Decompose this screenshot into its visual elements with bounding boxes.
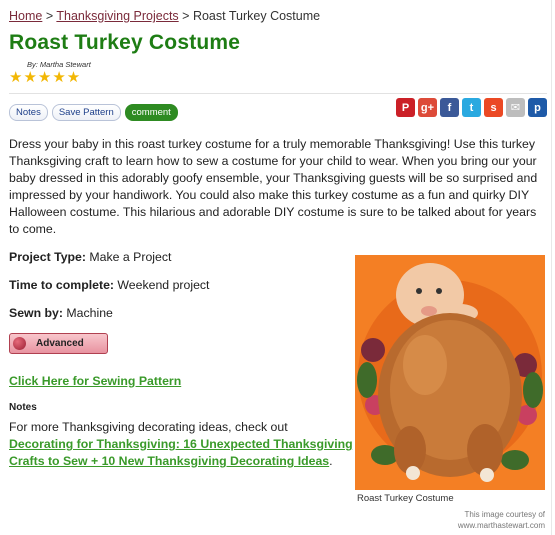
notes-period: . [329,454,333,468]
decorating-ideas-link[interactable]: Decorating for Thanksgiving: 16 Unexpect… [9,437,353,468]
action-toolbar: Notes Save Pattern comment Pg+ f t s ✉ p [9,93,547,124]
twitter-icon[interactable]: t [462,98,481,117]
skill-level-label: Advanced [36,338,84,349]
star-rating[interactable]: ★★★★★ [9,70,547,85]
yarn-ball-icon [13,337,26,350]
photo-caption: Roast Turkey Costume [357,493,454,504]
email-icon[interactable]: ✉ [506,98,525,117]
notes-body: For more Thanksgiving decorating ideas, … [9,420,288,434]
baby-turkey-illustration [355,255,545,490]
facebook-icon[interactable]: f [440,98,459,117]
share-icons: Pg+ f t s ✉ p [393,98,547,117]
notes-text: For more Thanksgiving decorating ideas, … [9,419,354,470]
breadcrumb-home-link[interactable]: Home [9,9,42,23]
project-type-label: Project Type: [9,250,86,264]
comment-button[interactable]: comment [124,103,178,121]
print-icon[interactable]: p [528,98,547,117]
breadcrumb-separator: > [182,9,190,23]
time-label: Time to complete: [9,278,114,292]
turkey-costume-photo [355,255,545,490]
breadcrumb-thanksgiving-link[interactable]: Thanksgiving Projects [56,9,178,23]
breadcrumb: Home > Thanksgiving Projects > Roast Tur… [9,9,547,23]
photo-credit-line: This image courtesy of [464,510,545,519]
photo-credit: This image courtesy of www.marthastewart… [458,509,545,531]
project-type-value: Make a Project [89,250,172,264]
page-title: Roast Turkey Costume [9,31,241,54]
author-byline: By: Martha Stewart [27,60,91,69]
breadcrumb-separator: > [45,9,54,23]
photo-credit-url: www.marthastewart.com [457,521,545,530]
intro-paragraph: Dress your baby in this roast turkey cos… [9,137,538,236]
breadcrumb-current: Roast Turkey Costume [192,9,321,23]
page-scroll-edge [551,0,555,535]
notes-button[interactable]: Notes [9,103,48,121]
sewn-by-value: Machine [66,306,113,320]
time-value: Weekend project [117,278,210,292]
stumbleupon-icon[interactable]: s [484,98,503,117]
save-pattern-button[interactable]: Save Pattern [51,103,121,121]
skill-level-badge: Advanced [9,333,108,354]
pinterest-icon[interactable]: P [396,98,415,117]
google-plus-icon[interactable]: g+ [418,98,437,117]
sewn-by-label: Sewn by: [9,306,63,320]
